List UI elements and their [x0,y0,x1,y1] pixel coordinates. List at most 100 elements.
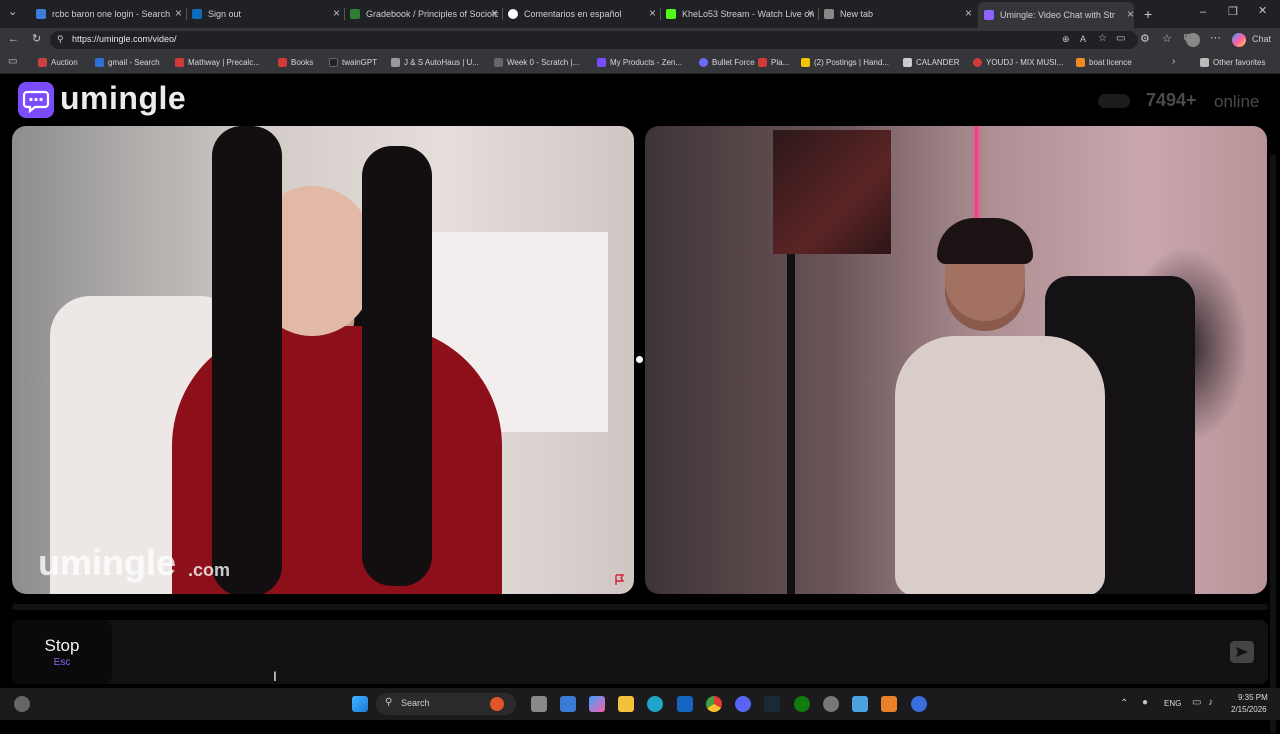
bookmark-bullet-force[interactable]: Bullet Force [699,58,755,67]
steam-icon[interactable] [764,696,780,712]
profile-avatar[interactable] [1186,33,1200,47]
hair-shape [362,146,432,586]
bookmark-boat-licence[interactable]: boat licence [1076,58,1132,67]
bookmark-pla[interactable]: Pla... [758,58,789,67]
bookmark-books[interactable]: Books [278,58,313,67]
extensions-icon[interactable]: ⚙ [1140,34,1150,45]
other-favorites[interactable]: Other favorites [1200,58,1265,67]
new-tab-icon[interactable]: + [1144,7,1152,21]
more-menu-icon[interactable]: ⋯ [1210,33,1221,44]
tab-comentarios[interactable]: Comentarios en español × [508,4,656,24]
chrome-icon[interactable] [706,696,722,712]
copilot-icon[interactable] [1232,33,1246,47]
url-text[interactable]: https://umingle.com/video/ [72,34,177,44]
tab-sign-out[interactable]: Sign out × [192,4,340,24]
boat-icon [1076,58,1085,67]
outlook-icon[interactable] [677,696,693,712]
reading-list-icon[interactable]: ▭ [8,57,17,67]
notepad-icon[interactable] [852,696,868,712]
microphone-icon[interactable]: ● [1142,698,1148,708]
read-aloud-icon[interactable]: A [1080,35,1086,44]
close-icon[interactable]: × [965,6,972,20]
scratch-icon [494,58,503,67]
favorites-icon[interactable]: ☆ [1162,34,1172,45]
settings-icon[interactable] [823,696,839,712]
discord-icon[interactable] [735,696,751,712]
zoom-icon[interactable]: ⊕ [1062,35,1070,44]
bookmark-autohaus[interactable]: J & S AutoHaus | U... [391,58,479,67]
maximize-icon[interactable]: ❐ [1228,7,1238,18]
bookmark-twaingpt[interactable]: twainGPT [329,58,377,67]
bing-icon [95,58,104,67]
store-icon[interactable] [560,696,576,712]
tab-new-tab[interactable]: New tab × [824,4,972,24]
active-app-icon[interactable] [911,696,927,712]
close-icon[interactable]: × [491,6,498,20]
reload-icon[interactable]: ↻ [32,34,41,45]
split-screen-icon[interactable]: ▭ [1116,34,1125,44]
report-flag-icon[interactable] [614,574,626,586]
back-icon[interactable]: ← [8,34,19,45]
browser-tab-strip: ⌄ rcbc baron one login - Search × Sign o… [0,0,1280,28]
umingle-logo-text[interactable]: umingle [60,80,186,117]
online-label: online [1214,92,1260,111]
bookmark-youdj[interactable]: YOUDJ - MIX MUSI... [973,58,1063,67]
taskbar-search[interactable]: ⚲ Search [376,693,516,715]
stop-button[interactable]: Stop Esc [12,620,112,684]
xbox-icon[interactable] [794,696,810,712]
app-icon[interactable] [881,696,897,712]
umingle-page: umingle 7494+ online umingle .com Stop E… [0,74,1280,734]
task-view-icon[interactable] [531,696,547,712]
folder-icon [1200,58,1209,67]
bookmark-icon [38,58,47,67]
bookmark-gmail-search[interactable]: gmail - Search [95,58,160,67]
close-icon[interactable]: × [1127,7,1134,21]
close-icon[interactable]: × [807,6,814,20]
chat-message-input[interactable] [122,620,1222,684]
bookmark-mathway[interactable]: Mathway | Precalc... [175,58,260,67]
bookmark-calander[interactable]: CALANDER [903,58,960,67]
poster-shape [773,130,891,254]
file-explorer-icon[interactable] [618,696,634,712]
edge-icon[interactable] [647,696,663,712]
volume-icon[interactable]: ♪ [1208,698,1213,708]
page-scrollbar[interactable] [1270,154,1276,734]
bookmark-scratch[interactable]: Week 0 - Scratch |... [494,58,579,67]
widgets-icon[interactable] [14,696,30,712]
stop-label: Stop [44,636,80,655]
chat-button[interactable]: Chat [1252,35,1271,44]
chevron-right-icon[interactable]: › [1172,57,1175,67]
tab-kick-stream[interactable]: KheLo53 Stream - Watch Live on K × [666,4,814,24]
send-button[interactable] [1230,641,1254,663]
hair-shape [937,218,1033,264]
books-icon [278,58,287,67]
address-bar[interactable]: ⚲ https://umingle.com/video/ ⊕ A ☆ ▭ [50,31,1138,49]
bookmark-auction[interactable]: Auction [38,58,78,67]
windows-start-icon[interactable] [352,696,368,712]
tab-umingle[interactable]: Umingle: Video Chat with Str × [978,2,1134,28]
window-close-icon[interactable]: ✕ [1258,6,1267,17]
clock-date[interactable]: 2/15/2026 [1231,705,1267,714]
copilot-app-icon[interactable] [589,696,605,712]
network-icon[interactable]: ▭ [1192,698,1201,708]
umingle-logo-icon[interactable] [18,82,54,118]
site-info-icon[interactable]: ⚲ [57,35,64,44]
language-indicator[interactable]: ENG [1164,699,1181,708]
divider-handle[interactable] [636,356,643,363]
tab-gradebook[interactable]: Gradebook / Principles of Sociolo × [350,4,498,24]
tab-list-icon[interactable]: ⌄ [8,7,17,18]
favorite-star-icon[interactable]: ☆ [1098,34,1107,44]
tab-bing-search[interactable]: rcbc baron one login - Search × [36,4,182,24]
bookmark-postings[interactable]: (2) Postings | Hand... [801,58,889,67]
close-icon[interactable]: × [333,6,340,20]
bookmark-zen[interactable]: My Products - Zen... [597,58,682,67]
calendar-icon [903,58,912,67]
tab-title: KheLo53 Stream - Watch Live on K [682,9,814,19]
search-highlight-icon [490,697,504,711]
chevron-up-icon[interactable]: ⌃ [1120,699,1128,709]
minimize-icon[interactable]: – [1200,7,1206,18]
close-icon[interactable]: × [649,6,656,20]
settings-toggle[interactable] [1098,94,1130,108]
close-icon[interactable]: × [175,6,182,20]
clock-time[interactable]: 9:35 PM [1238,693,1268,702]
